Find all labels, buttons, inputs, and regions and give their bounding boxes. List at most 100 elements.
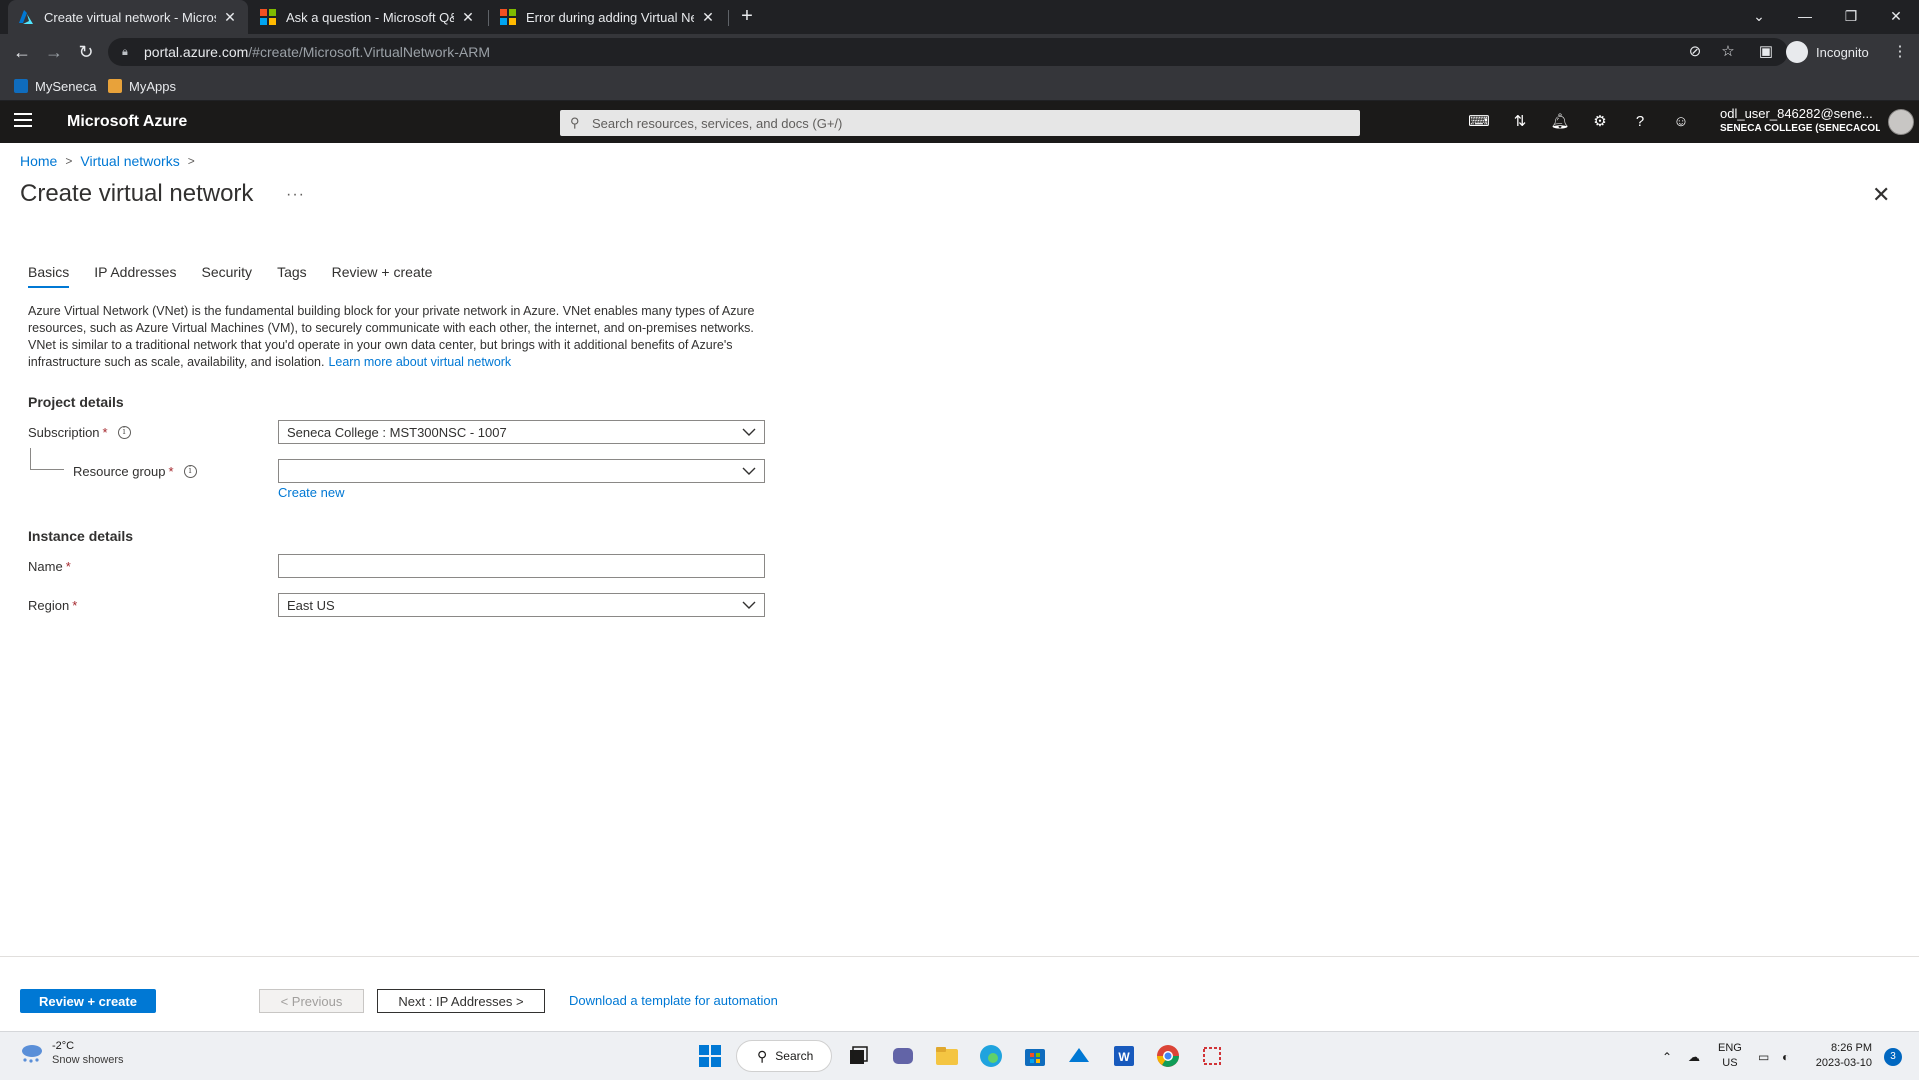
incognito-icon xyxy=(1786,41,1808,63)
close-tab-icon[interactable]: ✕ xyxy=(460,9,476,26)
required-marker: * xyxy=(65,559,71,574)
edge-browser-icon[interactable] xyxy=(977,1042,1005,1070)
azure-brand[interactable]: Microsoft Azure xyxy=(67,101,187,143)
project-details-heading: Project details xyxy=(28,394,124,410)
onedrive-cloud-icon[interactable]: ☁ xyxy=(1688,1032,1700,1080)
more-menu-icon[interactable]: ⋮ xyxy=(1888,40,1912,64)
browser-tab-error-vnet[interactable]: Error during adding Virtual Netw ✕ xyxy=(490,0,726,34)
breadcrumb-virtual-networks[interactable]: Virtual networks xyxy=(80,153,179,169)
forward-arrow-icon[interactable]: → xyxy=(42,40,66,64)
account-org: SENECA COLLEGE (SENECACOLLE... xyxy=(1720,123,1880,134)
review-create-button[interactable]: Review + create xyxy=(20,989,156,1013)
network-icon[interactable]: ▭ xyxy=(1758,1032,1769,1080)
show-hidden-icons[interactable]: ⌃ xyxy=(1662,1032,1672,1080)
global-search-input[interactable]: ⚲ Search resources, services, and docs (… xyxy=(560,110,1360,136)
teams-chat-icon[interactable] xyxy=(889,1042,917,1070)
tab-review-create[interactable]: Review + create xyxy=(332,264,433,288)
reload-icon[interactable]: ↻ xyxy=(74,40,98,64)
region-select[interactable]: East US xyxy=(278,593,765,617)
chrome-icon[interactable] xyxy=(1154,1042,1182,1070)
previous-button[interactable]: < Previous xyxy=(259,989,364,1013)
more-options-icon[interactable]: ··· xyxy=(286,186,305,204)
volume-icon[interactable]: ◐ xyxy=(1782,1032,1789,1080)
search-placeholder: Search resources, services, and docs (G+… xyxy=(592,115,843,131)
name-label-text: Name xyxy=(28,559,63,574)
side-panel-icon[interactable]: ▣ xyxy=(1754,40,1778,64)
region-label-text: Region xyxy=(28,598,70,613)
instance-details-heading: Instance details xyxy=(28,528,134,544)
restore-window-icon[interactable]: ❐ xyxy=(1828,0,1874,34)
tab-divider xyxy=(728,10,729,26)
directory-filter-icon[interactable]: ⇅ xyxy=(1509,111,1531,133)
azure-top-bar: Microsoft Azure ⚲ Search resources, serv… xyxy=(0,101,1919,143)
snow-cloud-icon xyxy=(22,1045,42,1063)
weather-condition: Snow showers xyxy=(52,1054,124,1066)
microsoft-store-icon[interactable] xyxy=(1021,1042,1049,1070)
feedback-icon[interactable]: ☺ xyxy=(1670,111,1692,133)
incognito-indicator[interactable]: Incognito xyxy=(1786,38,1869,66)
taskbar-search-label: Search xyxy=(775,1049,814,1063)
tab-security[interactable]: Security xyxy=(201,264,252,288)
settings-gear-icon[interactable]: ⚙ xyxy=(1589,111,1611,133)
bookmark-star-icon[interactable]: ☆ xyxy=(1716,40,1740,64)
bookmarks-bar: MySeneca MyApps xyxy=(0,70,1919,101)
vnet-description: Azure Virtual Network (VNet) is the fund… xyxy=(28,303,768,371)
azure-data-studio-icon[interactable] xyxy=(1065,1042,1093,1070)
info-icon[interactable]: i xyxy=(117,426,131,439)
download-template-link[interactable]: Download a template for automation xyxy=(569,993,778,1008)
browser-tabstrip: Create virtual network - Microsof ✕ Ask … xyxy=(0,0,1919,34)
weather-widget[interactable]: -2°C Snow showers xyxy=(18,1040,124,1066)
notifications-bell-icon[interactable]: 🔔︎ xyxy=(1549,111,1571,133)
svg-text:W: W xyxy=(1118,1050,1130,1064)
tree-connector xyxy=(30,448,64,470)
tab-ip-addresses[interactable]: IP Addresses xyxy=(94,264,176,288)
browser-tab-create-vnet[interactable]: Create virtual network - Microsof ✕ xyxy=(8,0,248,34)
minimize-window-icon[interactable]: — xyxy=(1782,0,1828,34)
input-language[interactable]: ENG US xyxy=(1718,1041,1742,1071)
close-tab-icon[interactable]: ✕ xyxy=(222,9,238,26)
address-bar[interactable]: 🔒︎ portal.azure.com/#create/Microsoft.Vi… xyxy=(108,38,1788,66)
new-tab-button[interactable]: + xyxy=(736,0,758,34)
snipping-tool-icon[interactable] xyxy=(1198,1042,1226,1070)
browser-tab-title: Ask a question - Microsoft Q&A xyxy=(286,9,454,25)
next-ip-addresses-button[interactable]: Next : IP Addresses > xyxy=(377,989,545,1013)
word-icon[interactable]: W xyxy=(1110,1042,1138,1070)
breadcrumb-home[interactable]: Home xyxy=(20,153,57,169)
bookmark-myapps[interactable]: MyApps xyxy=(108,76,176,96)
required-marker: * xyxy=(72,598,78,613)
chevron-down-icon xyxy=(742,467,756,475)
windows-start-icon[interactable] xyxy=(696,1042,724,1070)
tab-tags[interactable]: Tags xyxy=(277,264,307,288)
bookmark-myseneca[interactable]: MySeneca xyxy=(14,76,96,96)
account-menu[interactable]: odl_user_846282@sene... SENECA COLLEGE (… xyxy=(1720,106,1880,134)
browser-tab-ask-question[interactable]: Ask a question - Microsoft Q&A ✕ xyxy=(250,0,486,34)
search-icon: ⚲ xyxy=(757,1047,768,1064)
taskbar-search-button[interactable]: ⚲ Search xyxy=(736,1040,832,1072)
subscription-label: Subscription * i xyxy=(28,425,131,440)
tab-divider xyxy=(488,10,489,26)
cloud-shell-icon[interactable]: ⌨ xyxy=(1468,111,1490,133)
system-clock[interactable]: 8:26 PM 2023-03-10 xyxy=(1812,1041,1872,1071)
learn-more-link[interactable]: Learn more about virtual network xyxy=(328,355,511,369)
close-blade-icon[interactable]: ✕ xyxy=(1872,182,1890,208)
tab-basics[interactable]: Basics xyxy=(28,264,70,288)
info-icon[interactable]: i xyxy=(183,465,197,478)
notification-badge[interactable]: 3 xyxy=(1884,1048,1902,1066)
help-icon[interactable]: ? xyxy=(1629,111,1651,133)
page-title: Create virtual network xyxy=(20,180,254,207)
resource-group-select[interactable] xyxy=(278,459,765,483)
close-tab-icon[interactable]: ✕ xyxy=(700,9,716,26)
tab-search-icon[interactable]: ⌄ xyxy=(1736,0,1782,34)
hamburger-menu-icon[interactable] xyxy=(14,113,32,131)
resource-group-label-text: Resource group xyxy=(73,464,166,479)
file-explorer-icon[interactable] xyxy=(933,1042,961,1070)
task-view-icon[interactable] xyxy=(844,1042,872,1070)
region-value: East US xyxy=(287,597,335,613)
avatar[interactable] xyxy=(1888,109,1914,135)
back-arrow-icon[interactable]: ← xyxy=(10,40,34,64)
close-window-icon[interactable]: ✕ xyxy=(1873,0,1919,34)
eye-off-icon[interactable]: ⊘ xyxy=(1683,40,1707,64)
create-new-resource-group-link[interactable]: Create new xyxy=(278,485,344,500)
subscription-select[interactable]: Seneca College : MST300NSC - 1007 xyxy=(278,420,765,444)
name-input[interactable] xyxy=(278,554,765,578)
